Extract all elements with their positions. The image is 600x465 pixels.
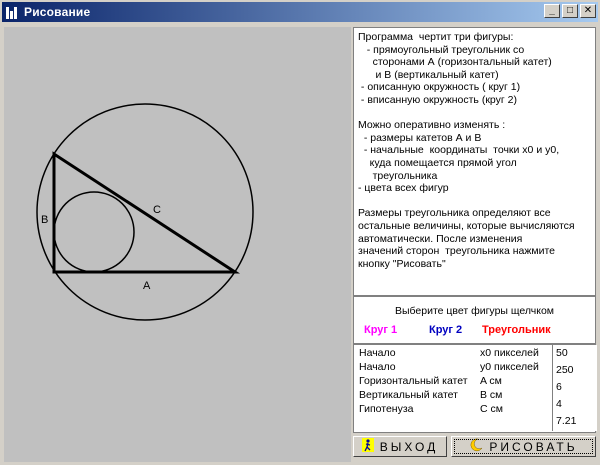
window-controls: _ □ ✕ — [542, 4, 596, 18]
draw-button[interactable]: РИСОВАТЬ — [451, 436, 596, 457]
maximize-button[interactable]: □ — [562, 4, 578, 18]
param-label: Начало — [359, 361, 396, 373]
color-panel: Выберите цвет фигуры щелчком Круг 1 Круг… — [353, 296, 596, 344]
window-title: Рисование — [24, 5, 91, 19]
title-bar[interactable]: Рисование _ □ ✕ — [2, 2, 598, 22]
param-unit: x0 пикселей — [480, 347, 539, 359]
geometry-drawing: A B C — [36, 103, 254, 321]
moon-icon — [469, 438, 483, 455]
label-a: A — [143, 280, 151, 292]
param-unit: C см — [480, 403, 503, 415]
color-prompt: Выберите цвет фигуры щелчком — [394, 305, 555, 317]
param-unit: A см — [480, 375, 502, 387]
app-icon — [4, 4, 20, 20]
param-label: Начало — [359, 347, 396, 359]
app-window: Рисование _ □ ✕ A B C Программа чертит т… — [0, 0, 600, 465]
param-label: Гипотенуза — [359, 403, 414, 415]
leg-a-input[interactable]: 6 — [552, 379, 597, 397]
exit-button[interactable]: ВЫХОД — [353, 436, 447, 457]
right-triangle — [52, 151, 241, 274]
parameters-panel: Начало x0 пикселей Начало y0 пикселей Го… — [353, 344, 597, 433]
label-b: B — [41, 214, 48, 226]
exit-label: ВЫХОД — [379, 439, 439, 454]
drawing-canvas[interactable]: A B C — [4, 27, 351, 462]
y0-input[interactable]: 250 — [552, 362, 597, 380]
running-man-icon — [361, 438, 374, 455]
triangle-color-button[interactable]: Треугольник — [482, 324, 551, 336]
draw-label: РИСОВАТЬ — [489, 439, 578, 454]
inscribed-circle — [53, 191, 135, 273]
circle2-color-button[interactable]: Круг 2 — [429, 324, 462, 336]
leg-b-input[interactable]: 4 — [552, 396, 597, 414]
x0-input[interactable]: 50 — [552, 345, 597, 363]
circle1-color-button[interactable]: Круг 1 — [364, 324, 397, 336]
param-label: Горизонтальный катет — [359, 375, 468, 387]
param-label: Вертикальный катет — [359, 389, 458, 401]
label-c: C — [153, 204, 161, 216]
minimize-button[interactable]: _ — [544, 4, 560, 18]
param-unit: B см — [480, 389, 503, 401]
param-unit: y0 пикселей — [480, 361, 539, 373]
close-button[interactable]: ✕ — [580, 4, 596, 18]
description-text: Программа чертит три фигуры: - прямоугол… — [353, 27, 596, 296]
hypotenuse-output: 7.21 — [552, 413, 597, 431]
